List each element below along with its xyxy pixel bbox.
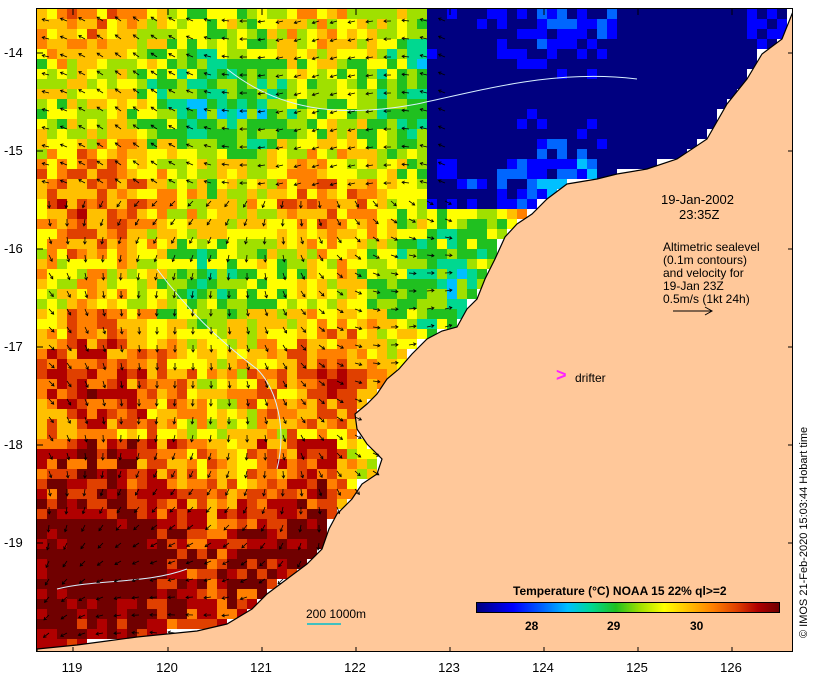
lon-label: 123 — [438, 660, 460, 675]
lat-label: -16 — [4, 241, 23, 256]
depth-contour-label: 200 1000m — [306, 607, 367, 621]
velocity-scale-arrow — [673, 306, 714, 316]
sst-map — [37, 9, 792, 651]
depth-contour-swatch — [307, 623, 341, 625]
altimetric-note: Altimetric sealevel (0.1m contours) and … — [663, 241, 793, 306]
lat-label: -18 — [4, 437, 23, 452]
lat-label: -17 — [4, 339, 23, 354]
lon-label: 119 — [61, 660, 83, 675]
time-label: 23:35Z — [679, 207, 720, 222]
drifter-label: drifter — [575, 371, 606, 385]
temperature-colorbar — [476, 602, 780, 613]
lon-label: 125 — [626, 660, 648, 675]
map-panel — [36, 8, 793, 652]
date-label: 19-Jan-2002 — [661, 192, 734, 207]
lon-label: 126 — [720, 660, 742, 675]
lat-label: -19 — [4, 535, 23, 550]
lat-label: -15 — [4, 143, 23, 158]
colorbar-tick: 29 — [607, 619, 621, 633]
drifter-icon: > — [556, 365, 567, 385]
lat-label: -14 — [4, 45, 23, 60]
colorbar-tick: 28 — [525, 619, 539, 633]
colorbar-tick: 30 — [690, 619, 704, 633]
credit-text: © IMOS 21-Feb-2020 15:03:44 Hobart time — [798, 426, 810, 638]
legend-title: Temperature (°C) NOAA 15 22% ql>=2 — [513, 584, 727, 598]
lon-label: 124 — [532, 660, 554, 675]
lon-label: 122 — [344, 660, 366, 675]
lon-label: 120 — [156, 660, 178, 675]
lon-label: 121 — [250, 660, 272, 675]
